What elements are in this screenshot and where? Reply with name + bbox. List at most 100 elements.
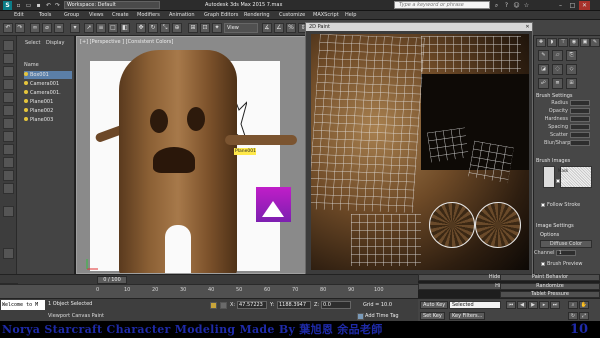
- fill-icon[interactable]: ◪: [538, 64, 549, 75]
- pan-icon[interactable]: ✋: [579, 301, 589, 309]
- workspace-dropdown[interactable]: Workspace: Default: [64, 1, 160, 9]
- rotate-icon[interactable]: ↻: [148, 23, 158, 33]
- diffuse-color-button[interactable]: Diffuse Color: [540, 240, 592, 248]
- app-logo-icon[interactable]: S: [3, 1, 12, 10]
- visibility-bulb-icon[interactable]: [24, 90, 28, 94]
- bind-spacewarp-icon[interactable]: ≈: [54, 23, 64, 33]
- checkbox-icon[interactable]: [541, 261, 545, 266]
- z-coordinate-field[interactable]: 0.0: [321, 301, 351, 309]
- blur-icon[interactable]: ◌: [552, 64, 563, 75]
- move-icon[interactable]: ✥: [136, 23, 146, 33]
- help-icon[interactable]: ?: [502, 1, 511, 10]
- angle-snap-icon[interactable]: ∠: [274, 23, 284, 33]
- brush-images-header[interactable]: Brush Images: [536, 158, 570, 164]
- open-file-icon[interactable]: ▭: [24, 1, 33, 10]
- set-key-button[interactable]: Set Key: [420, 312, 445, 320]
- redo-icon[interactable]: ↷: [53, 1, 62, 10]
- eraser-icon[interactable]: ▱: [552, 50, 563, 61]
- blur-sharpen-spinner[interactable]: [570, 140, 590, 146]
- link-icon[interactable]: ∞: [30, 23, 40, 33]
- save-icon[interactable]: ▪: [34, 1, 43, 10]
- menu-help[interactable]: Help: [345, 11, 356, 20]
- star-icon[interactable]: ☆: [522, 1, 531, 10]
- channel-spinner[interactable]: 1: [556, 250, 576, 256]
- brush-settings-header[interactable]: Brush Settings: [536, 93, 573, 99]
- maximize-viewport-icon[interactable]: ⤢: [579, 312, 589, 320]
- filter-all-icon[interactable]: [3, 157, 14, 168]
- tablet-pressure-rollout[interactable]: Tablet Pressure: [500, 291, 600, 298]
- maximize-button[interactable]: □: [567, 1, 578, 10]
- go-to-start-icon[interactable]: ⏮: [506, 301, 516, 309]
- paint-behavior-rollout[interactable]: Paint Behavior: [500, 274, 600, 281]
- play-icon[interactable]: ▶: [528, 301, 538, 309]
- menu-customize[interactable]: Customize: [279, 11, 305, 20]
- display-tab-icon[interactable]: ▣: [580, 38, 590, 47]
- paint-window-title[interactable]: 2D Paint: [306, 23, 532, 31]
- paint-brush-icon[interactable]: ✎: [538, 50, 549, 61]
- tab-select[interactable]: Select: [25, 39, 40, 47]
- explorer-item[interactable]: Box001: [24, 71, 72, 79]
- radius-spinner[interactable]: [570, 100, 590, 106]
- go-to-end-icon[interactable]: ⏭: [550, 301, 560, 309]
- menu-maxscript[interactable]: MAXScript: [313, 11, 339, 20]
- menu-modifiers[interactable]: Modifiers: [137, 11, 160, 20]
- close-button[interactable]: ✕: [579, 1, 590, 10]
- menu-tools[interactable]: Tools: [39, 11, 51, 20]
- filter-bones-icon[interactable]: [3, 144, 14, 155]
- pivot-icon[interactable]: ⊡: [200, 23, 210, 33]
- menu-edit[interactable]: Edit: [14, 11, 24, 20]
- x-coordinate-field[interactable]: 47.57223: [237, 301, 267, 309]
- menu-rendering[interactable]: Rendering: [244, 11, 270, 20]
- explorer-item[interactable]: Plane001: [24, 98, 72, 106]
- explorer-item[interactable]: Camera001: [24, 80, 72, 88]
- filter-shapes-icon[interactable]: [3, 53, 14, 64]
- filter-lights-icon[interactable]: [3, 66, 14, 77]
- time-slider-track[interactable]: 0 / 100: [0, 274, 418, 284]
- minimize-button[interactable]: –: [555, 1, 566, 10]
- search-icon[interactable]: ⌕: [492, 1, 501, 10]
- key-mode-dropdown[interactable]: Selected: [449, 301, 501, 309]
- maxscript-listener-input[interactable]: Welcome to M: [1, 300, 45, 310]
- absolute-mode-icon[interactable]: [220, 302, 227, 309]
- undo-tool-icon[interactable]: ↶: [3, 23, 13, 33]
- filter-helpers-icon[interactable]: [3, 92, 14, 103]
- reference-coord-icon[interactable]: ⊞: [188, 23, 198, 33]
- visibility-bulb-icon[interactable]: [24, 99, 28, 103]
- explorer-name-header[interactable]: Name: [24, 61, 39, 69]
- close-icon[interactable]: ✕: [523, 23, 532, 31]
- tab-display[interactable]: Display: [46, 39, 64, 47]
- select-by-name-icon[interactable]: ≡: [96, 23, 106, 33]
- filter-geometry-icon[interactable]: [3, 40, 14, 51]
- explorer-item[interactable]: Plane002: [24, 107, 72, 115]
- redo-tool-icon[interactable]: ↷: [15, 23, 25, 33]
- options-label[interactable]: Options: [540, 232, 559, 238]
- explorer-options-icon[interactable]: [3, 206, 14, 217]
- opacity-spinner[interactable]: [570, 108, 590, 114]
- percent-snap-icon[interactable]: %: [286, 23, 296, 33]
- menu-graph-editors[interactable]: Graph Editors: [204, 11, 238, 20]
- brush-preview-option[interactable]: Brush Preview: [541, 261, 582, 267]
- visibility-bulb-icon[interactable]: [24, 117, 28, 121]
- modify-tab-icon[interactable]: ◗: [547, 38, 557, 47]
- perspective-viewport[interactable]: Plane001 [+] [Perspective ] [Consistent …: [76, 36, 308, 274]
- add-time-tag-button[interactable]: Add Time Tag: [365, 313, 399, 320]
- unlink-icon[interactable]: ⌀: [42, 23, 52, 33]
- previous-frame-icon[interactable]: ◀: [517, 301, 527, 309]
- checkbox-icon[interactable]: [541, 202, 545, 207]
- spacing-spinner[interactable]: [570, 124, 590, 130]
- 2d-view-icon[interactable]: ⊞: [566, 78, 577, 89]
- follow-stroke-option[interactable]: Follow Stroke: [541, 202, 580, 208]
- filter-none-icon[interactable]: [3, 170, 14, 181]
- select-object-icon[interactable]: ➚: [84, 23, 94, 33]
- filter-cameras-icon[interactable]: [3, 79, 14, 90]
- new-file-icon[interactable]: ▫: [14, 1, 23, 10]
- orbit-icon[interactable]: ↻: [568, 312, 578, 320]
- explorer-item[interactable]: Camera001.: [24, 89, 72, 97]
- selection-filter-icon[interactable]: ▾: [70, 23, 80, 33]
- visibility-bulb-icon[interactable]: [24, 81, 28, 85]
- hardness-spinner[interactable]: [570, 116, 590, 122]
- filter-groups-icon[interactable]: [3, 118, 14, 129]
- snaps-toggle-icon[interactable]: ∡: [262, 23, 272, 33]
- zoom-icon[interactable]: ⌕: [568, 301, 578, 309]
- hierarchy-tab-icon[interactable]: ⊤: [558, 38, 568, 47]
